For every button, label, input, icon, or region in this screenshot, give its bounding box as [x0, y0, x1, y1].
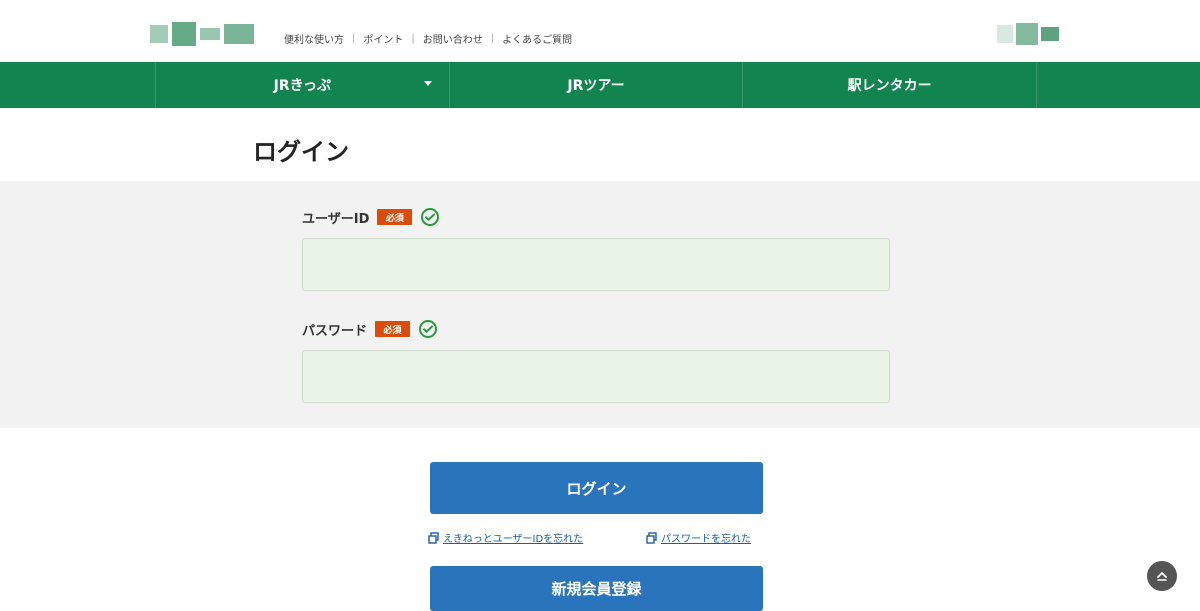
forgot-user-id-label: えきねっとユーザーIDを忘れた: [443, 534, 584, 545]
external-link-icon: [428, 531, 439, 544]
nav-item-label: 駅レンタカー: [847, 78, 932, 94]
partner-logo-segment: [997, 25, 1013, 43]
logo-mark-segment: [200, 28, 220, 40]
utility-separator: |: [490, 33, 495, 44]
main-navigation: JRきっぷ JRツアー 駅レンタカー: [0, 62, 1200, 108]
forgot-user-id-link[interactable]: えきねっとユーザーIDを忘れた: [428, 530, 583, 545]
nav-item-rental-car[interactable]: 駅レンタカー: [743, 62, 1036, 108]
user-id-label: ユーザーID: [302, 211, 370, 227]
utility-link-contact[interactable]: お問い合わせ: [423, 31, 483, 46]
check-circle-icon: [421, 208, 440, 226]
top-header: 便利な使い方 | ポイント | お問い合わせ | よくあるご質問: [0, 0, 1200, 62]
user-id-input[interactable]: [302, 238, 890, 291]
page-title: ログイン: [253, 138, 349, 166]
required-badge: 必須: [377, 209, 413, 225]
logo-mark-segment: [172, 22, 196, 46]
utility-link-points[interactable]: ポイント: [363, 31, 403, 46]
check-circle-icon: [419, 320, 438, 338]
partner-logo-segment: [1041, 27, 1059, 41]
utility-separator: |: [352, 33, 356, 44]
logo-mark-segment: [224, 24, 254, 44]
partner-logo[interactable]: [997, 15, 1067, 53]
required-badge: 必須: [375, 321, 411, 337]
nav-item-label: JRツアー: [567, 78, 625, 94]
utility-separator: |: [411, 33, 415, 44]
nav-item-jr-tours[interactable]: JRツアー: [450, 62, 744, 108]
user-id-label-row: ユーザーID 必須: [302, 207, 440, 227]
password-label-row: パスワード 必須: [302, 319, 438, 339]
external-link-icon: [646, 531, 657, 544]
nav-item-jr-tickets[interactable]: JRきっぷ: [156, 62, 450, 108]
main-navigation-items: JRきっぷ JRツアー 駅レンタカー: [155, 62, 1037, 108]
register-button[interactable]: 新規会員登録: [430, 566, 763, 611]
login-button[interactable]: ログイン: [430, 462, 763, 514]
arrow-up-icon: [1157, 572, 1167, 581]
caret-down-icon: [423, 81, 432, 86]
logo-mark-segment: [150, 25, 168, 43]
utility-link-usage[interactable]: 便利な使い方: [284, 31, 344, 46]
password-input[interactable]: [302, 350, 890, 403]
utility-link-faq[interactable]: よくあるご質問: [502, 31, 572, 46]
site-logo[interactable]: [150, 18, 272, 50]
scroll-to-top-button[interactable]: [1147, 561, 1177, 591]
partner-logo-segment: [1016, 23, 1038, 45]
nav-item-label: JRきっぷ: [273, 78, 332, 94]
utility-navigation: 便利な使い方 | ポイント | お問い合わせ | よくあるご質問: [284, 31, 572, 46]
forgot-password-link[interactable]: パスワードを忘れた: [646, 530, 751, 545]
forgot-password-label: パスワードを忘れた: [661, 534, 751, 545]
password-label: パスワード: [302, 323, 368, 339]
